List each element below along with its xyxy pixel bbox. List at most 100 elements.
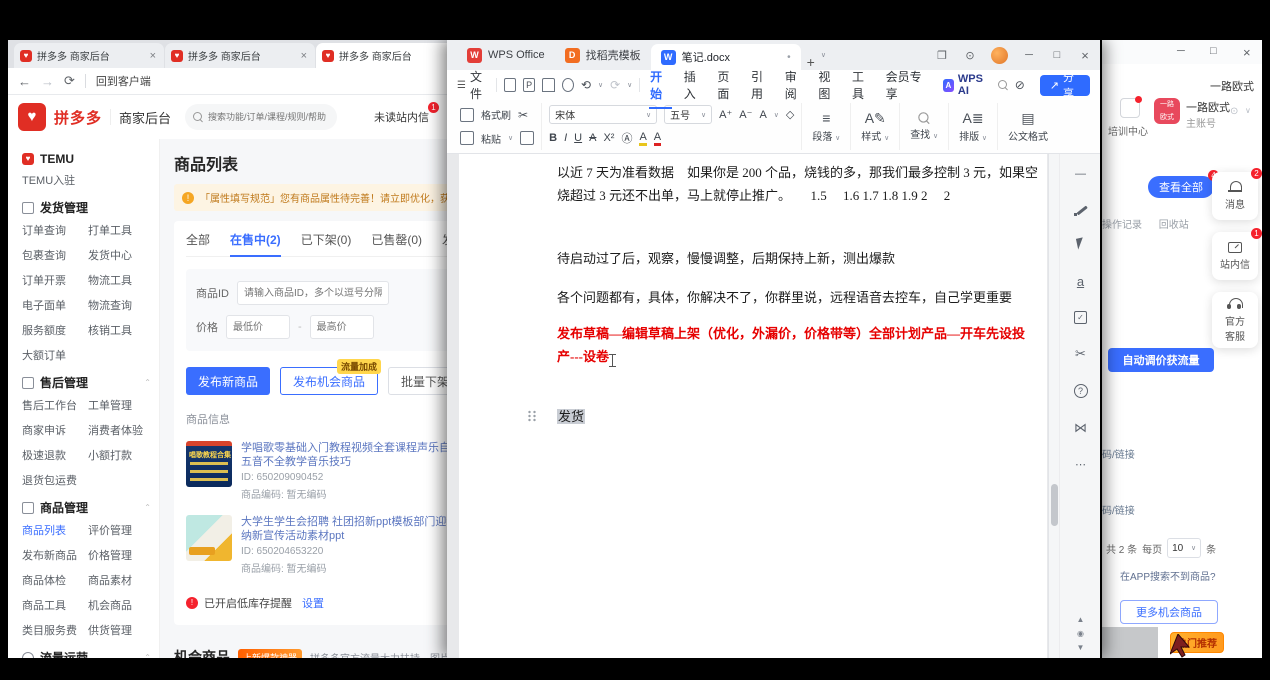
bold-icon[interactable]: B	[549, 132, 557, 144]
italic-icon[interactable]: I	[564, 132, 567, 144]
forward-icon[interactable]: →	[41, 74, 54, 89]
sidebar-item[interactable]: 发货中心	[88, 247, 151, 263]
training-center-label[interactable]: 培训中心	[1108, 123, 1148, 138]
close-icon[interactable]: ×	[1243, 45, 1251, 60]
redo-icon[interactable]: ⟳	[610, 78, 620, 92]
select-cursor-icon[interactable]	[1075, 238, 1087, 252]
page-size-select[interactable]: 10 ∨	[1167, 538, 1201, 558]
tools-icon[interactable]: ✂	[1075, 346, 1086, 362]
sidebar-item[interactable]: 商品体检	[22, 572, 88, 588]
sidebar-item[interactable]: 评价管理	[88, 522, 151, 538]
export-pdf-icon[interactable]: P	[523, 78, 535, 92]
document-page[interactable]: 以近 7 天为准看数据 如果你是 200 个品，烧钱的多，那我们最多控制 3 元…	[459, 154, 1047, 658]
back-icon[interactable]: ←	[18, 74, 31, 89]
sidebar-item[interactable]: 工单管理	[88, 397, 151, 413]
collapse-icon[interactable]: —	[1075, 168, 1086, 180]
chevron-up-icon[interactable]: ⌃	[144, 503, 151, 512]
superscript-icon[interactable]: X²	[603, 132, 614, 144]
document-tab[interactable]: W 笔记.docx •	[651, 44, 801, 70]
todo-calendar-icon[interactable]: ✓	[1074, 311, 1087, 324]
sidebar-item[interactable]: 物流工具	[88, 272, 151, 288]
print-icon[interactable]	[542, 78, 554, 92]
low-stock-settings-link[interactable]: 设置	[302, 595, 324, 611]
doc-paragraph-2[interactable]: 待启动过了后，观察，慢慢调整，后期保持上新，测出爆款	[557, 247, 1039, 270]
minimize-icon[interactable]: ─	[1177, 45, 1185, 57]
vertical-scrollbar[interactable]	[1049, 154, 1060, 658]
copy-icon[interactable]	[520, 131, 534, 145]
publish-product-button[interactable]: 发布新商品	[186, 367, 270, 395]
table-row[interactable]: 唱歌教程合集 学唱歌零基础入门教程视频全套课程声乐自学五音不全教学音乐技巧 ID…	[186, 441, 447, 501]
tab-offshelf[interactable]: 已下架(0)	[301, 231, 352, 248]
sidebar-item[interactable]: 大额订单	[22, 347, 88, 363]
tab-soldout[interactable]: 已售罄(0)	[371, 231, 422, 248]
account-name[interactable]: 一路欧式	[1186, 99, 1230, 115]
tab-all[interactable]: 全部	[186, 231, 210, 248]
table-row[interactable]: 大学生学生会招聘 社团招新ppt模板部门迎新纳新宣传活动素材ppt ID: 65…	[186, 515, 447, 575]
sidebar-item[interactable]: 小额打款	[88, 447, 151, 463]
share-button[interactable]: ↗ 分享	[1040, 75, 1090, 96]
sidebar-item[interactable]: 发布新商品	[22, 547, 88, 563]
recycle-bin-link[interactable]: 回收站	[1159, 220, 1189, 231]
highlight-color-icon[interactable]: A	[639, 131, 646, 146]
char-shading-icon[interactable]: Ⓐ	[621, 130, 632, 146]
nav-ball-icon[interactable]: ◉	[1077, 629, 1084, 638]
menu-tools[interactable]: 工具	[849, 68, 876, 102]
next-page-icon[interactable]: ▼	[1077, 643, 1085, 652]
sidebar-item[interactable]: 订单查询	[22, 222, 88, 238]
qr-link-text[interactable]: 码/链接	[1102, 446, 1135, 461]
sidebar-item[interactable]: 供货管理	[88, 622, 151, 638]
auto-price-button[interactable]: 自动调价获流量	[1108, 348, 1214, 372]
wps-ai-button[interactable]: A WPS AI	[943, 73, 991, 97]
menu-member[interactable]: 会员专享	[883, 68, 930, 102]
sidebar-section-temu[interactable]: ♥ TEMU	[22, 152, 151, 166]
inbox-quick-button[interactable]: 站内信 1	[1212, 232, 1258, 280]
format-painter-icon[interactable]	[460, 108, 474, 122]
chevron-down-icon[interactable]: ∨	[1245, 106, 1251, 115]
browser-tab-2[interactable]: ♥ 拼多多 商家后台 ×	[165, 43, 315, 68]
official-doc-group[interactable]: ▤ 公文格式	[998, 103, 1058, 150]
edit-pen-icon[interactable]	[1074, 202, 1088, 216]
strikethrough-icon[interactable]: A	[589, 132, 596, 144]
sidebar-item[interactable]: 机会商品	[88, 597, 151, 613]
menu-view[interactable]: 视图	[815, 68, 842, 102]
sidebar-item-product-list[interactable]: 商品列表	[22, 522, 88, 538]
docer-butterfly-icon[interactable]: ⋈	[1074, 420, 1087, 436]
menu-insert[interactable]: 插入	[681, 68, 708, 102]
translate-icon[interactable]: a	[1077, 274, 1084, 289]
minimize-icon[interactable]: ─	[1022, 49, 1036, 61]
sidebar-item[interactable]: 打单工具	[88, 222, 151, 238]
sidebar-item[interactable]: 售后工作台	[22, 397, 88, 413]
tab-close-icon[interactable]: ×	[299, 50, 309, 62]
doc-paragraph-5[interactable]: 发货	[557, 405, 1039, 428]
help-icon[interactable]: ?	[1074, 384, 1088, 398]
sidebar-item[interactable]: 核销工具	[88, 322, 151, 338]
qr-link-text[interactable]: 码/链接	[1102, 502, 1135, 517]
product-id-input[interactable]	[237, 281, 389, 305]
sidebar-item[interactable]: 电子面单	[22, 297, 88, 313]
underline-icon[interactable]: U	[574, 132, 582, 144]
search-icon[interactable]	[998, 80, 1008, 90]
sidebar-item[interactable]: 商家申诉	[22, 422, 88, 438]
price-min-input[interactable]	[226, 315, 290, 339]
sidebar-item[interactable]: 物流查询	[88, 297, 151, 313]
prev-page-icon[interactable]: ▲	[1077, 615, 1085, 624]
operation-record-link[interactable]: 操作记录	[1102, 220, 1142, 231]
save-icon[interactable]	[504, 78, 516, 92]
batch-offline-button[interactable]: 批量下架	[388, 367, 447, 395]
menu-review[interactable]: 审阅	[782, 68, 809, 102]
file-menu[interactable]: ☰ 文件	[457, 68, 489, 102]
reload-icon[interactable]: ⟳	[64, 73, 75, 89]
doc-paragraph-3[interactable]: 各个问题都有，具体，你解决不了，你群里说，远程语音去控车，自己学更重要	[557, 286, 1039, 309]
sidebar-section-shipping[interactable]: 发货管理	[22, 199, 151, 216]
sidebar-item[interactable]: 商品素材	[88, 572, 151, 588]
layout-group[interactable]: A≣ 排版 ∨	[949, 103, 998, 150]
drag-handle-icon[interactable]	[527, 410, 537, 422]
sidebar-item[interactable]: 类目服务费	[22, 622, 88, 638]
menu-reference[interactable]: 引用	[748, 68, 775, 102]
menu-page[interactable]: 页面	[714, 68, 741, 102]
protect-icon[interactable]: ⊘	[1015, 78, 1025, 92]
restore-layout-icon[interactable]: ❐	[935, 49, 949, 62]
sidebar-item[interactable]: 服务额度	[22, 322, 88, 338]
font-color-icon[interactable]: A	[654, 131, 661, 146]
tab-list-chevron-icon[interactable]: ∨	[821, 51, 826, 59]
